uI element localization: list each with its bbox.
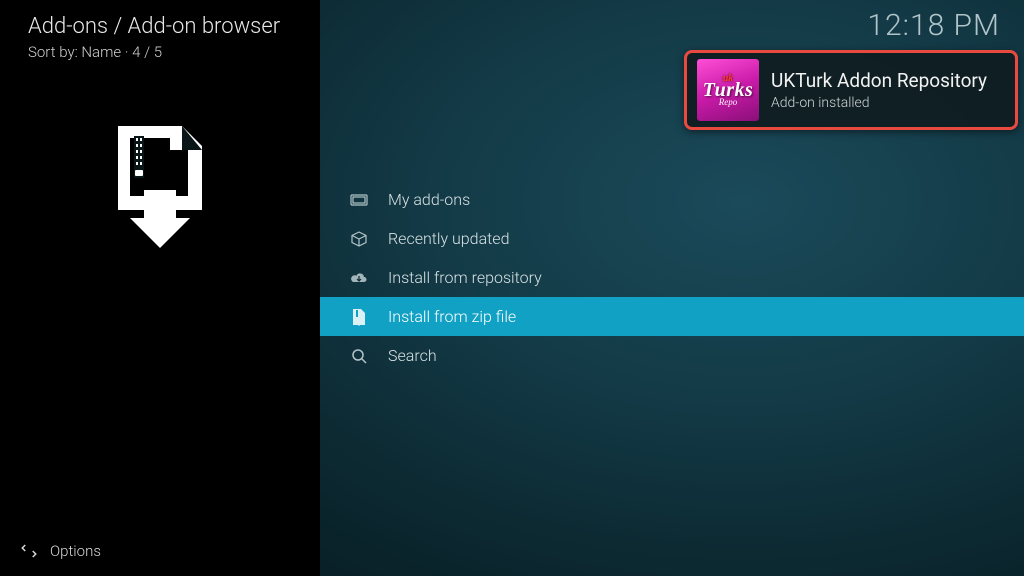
breadcrumb: Add-ons / Add-on browser — [28, 14, 280, 39]
menu-item-label: Recently updated — [388, 229, 509, 248]
menu-item-label: Install from zip file — [388, 307, 516, 326]
menu-item-label: Install from repository — [388, 268, 542, 287]
footer-options[interactable]: Options — [20, 542, 101, 560]
menu-item-install-from-repository[interactable]: Install from repository — [320, 258, 1024, 297]
menu-list: My add-ons Recently updated Install from… — [320, 180, 1024, 375]
menu-item-search[interactable]: Search — [320, 336, 1024, 375]
notification-toast: uk Turks Repo UKTurk Addon Repository Ad… — [684, 50, 1018, 130]
clock: 12:18 PM — [867, 8, 1000, 43]
menu-item-my-addons[interactable]: My add-ons — [320, 180, 1024, 219]
search-icon — [350, 347, 368, 365]
notification-title: UKTurk Addon Repository — [771, 69, 987, 92]
thumb-line3: Repo — [719, 98, 738, 106]
sidebar: Add-ons / Add-on browser Sort by: Name ·… — [0, 0, 320, 576]
thumb-line1: uk — [723, 74, 734, 83]
addons-icon — [350, 191, 368, 209]
notification-text: UKTurk Addon Repository Add-on installed — [771, 69, 987, 111]
menu-item-label: Search — [388, 346, 437, 365]
options-label: Options — [50, 542, 101, 560]
notification-subtitle: Add-on installed — [771, 95, 987, 111]
main-panel: 12:18 PM My add-ons Recently updated Ins… — [320, 0, 1024, 576]
notification-thumbnail: uk Turks Repo — [697, 59, 759, 121]
sort-field: Name — [81, 43, 121, 61]
category-illustration — [0, 120, 320, 250]
options-icon — [20, 542, 38, 560]
box-icon — [350, 230, 368, 248]
sort-line: Sort by: Name · 4 / 5 — [28, 43, 280, 61]
sort-prefix: Sort by: — [28, 43, 81, 61]
header: Add-ons / Add-on browser Sort by: Name ·… — [28, 14, 280, 61]
zip-download-icon — [100, 120, 220, 250]
menu-item-install-from-zip[interactable]: Install from zip file — [320, 297, 1024, 336]
menu-item-recently-updated[interactable]: Recently updated — [320, 219, 1024, 258]
zip-file-icon — [350, 308, 368, 326]
menu-item-label: My add-ons — [388, 190, 470, 209]
cloud-download-icon — [350, 269, 368, 287]
sort-count: 4 / 5 — [132, 43, 162, 61]
